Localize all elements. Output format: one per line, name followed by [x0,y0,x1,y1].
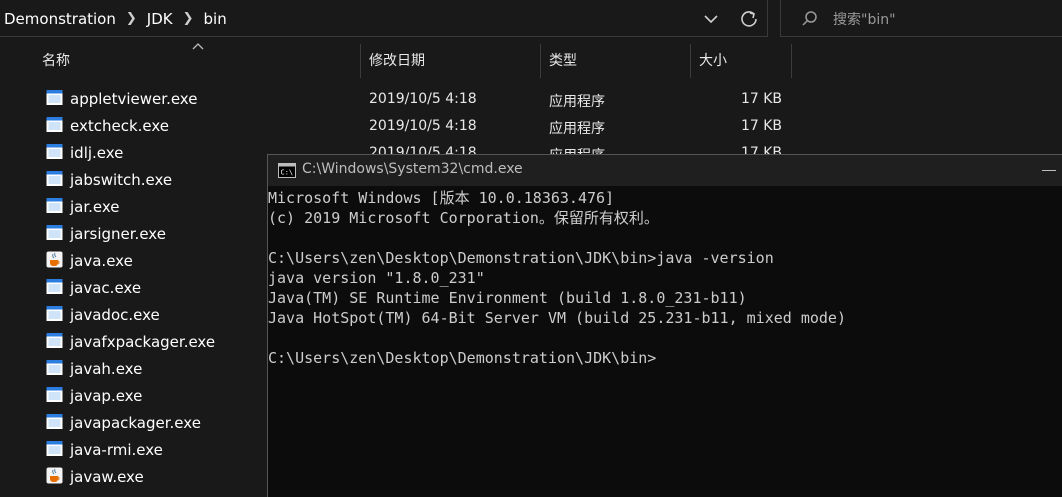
file-type: 应用程序 [549,94,605,110]
file-row[interactable]: appletviewer.exe 2019/10/5 4:18 应用程序 17 KB [0,86,1062,113]
file-name[interactable]: javap.exe [70,387,142,405]
exe-window-icon [46,360,63,375]
column-divider[interactable] [791,44,792,78]
file-type: 应用程序 [549,121,605,137]
column-header-size[interactable]: 大小 [691,44,791,78]
file-row[interactable]: extcheck.exe 2019/10/5 4:18 应用程序 17 KB [0,113,1062,140]
cmd-line: C:\Users\zen\Desktop\Demonstration\JDK\b… [268,249,774,267]
file-size: 17 KB [740,91,782,107]
breadcrumb-demonstration[interactable]: Demonstration [4,10,116,28]
file-name[interactable]: jabswitch.exe [70,171,172,189]
breadcrumb: Demonstration ❯ JDK ❯ bin [4,0,227,37]
file-name[interactable]: javapackager.exe [70,414,201,432]
file-name[interactable]: appletviewer.exe [70,90,197,108]
file-modified-date: 2019/10/5 4:18 [369,118,477,134]
column-headers: 名称 修改日期 类型 大小 [0,43,1062,78]
file-modified-date: 2019/10/5 4:18 [369,91,477,107]
column-header-type[interactable]: 类型 [541,44,690,78]
exe-window-icon [46,333,63,348]
exe-window-icon [46,90,63,105]
exe-window-icon [46,225,63,240]
chevron-right-icon[interactable]: ❯ [126,11,137,26]
exe-window-icon [46,198,63,213]
cmd-title: C:\Windows\System32\cmd.exe [302,161,523,177]
exe-window-icon [46,414,63,429]
search-placeholder[interactable]: 搜索"bin" [833,9,896,29]
cmd-line: (c) 2019 Microsoft Corporation。保留所有权利。 [268,209,659,227]
minimize-icon[interactable] [1042,170,1056,171]
exe-window-icon [46,306,63,321]
file-name[interactable]: javaw.exe [70,468,144,486]
file-name[interactable]: javadoc.exe [70,306,160,324]
cmd-line: java version "1.8.0_231" [268,269,485,287]
file-name[interactable]: javac.exe [70,279,141,297]
file-size: 17 KB [740,118,782,134]
file-name[interactable]: extcheck.exe [70,117,169,135]
file-name[interactable]: javafxpackager.exe [70,333,215,351]
cmd-line: Java HotSpot(TM) 64-Bit Server VM (build… [268,309,846,327]
cmd-line: Java(TM) SE Runtime Environment (build 1… [268,289,747,307]
java-coffee-icon [46,467,63,484]
exe-window-icon [46,144,63,159]
breadcrumb-jdk[interactable]: JDK [147,10,173,28]
exe-window-icon [46,171,63,186]
exe-window-icon [46,117,63,132]
column-header-name[interactable]: 名称 [34,44,360,78]
column-header-date[interactable]: 修改日期 [361,44,540,78]
cmd-output[interactable]: Microsoft Windows [版本 10.0.18363.476] (c)… [268,188,1062,368]
cmd-line [268,228,1062,248]
exe-window-icon [46,279,63,294]
cmd-title-bar[interactable]: C:\ C:\Windows\System32\cmd.exe [268,155,1062,186]
cmd-line: C:\Users\zen\Desktop\Demonstration\JDK\b… [268,349,657,367]
file-name[interactable]: jar.exe [70,198,120,216]
chevron-right-icon[interactable]: ❯ [183,11,194,26]
address-bar[interactable]: Demonstration ❯ JDK ❯ bin [0,0,768,37]
cmd-window[interactable]: C:\ C:\Windows\System32\cmd.exe Microsof… [267,154,1062,497]
refresh-icon[interactable] [738,8,760,30]
file-name[interactable]: idlj.exe [70,144,123,162]
file-name[interactable]: java-rmi.exe [70,441,163,459]
breadcrumb-bin[interactable]: bin [204,10,227,28]
file-name[interactable]: jarsigner.exe [70,225,166,243]
cmd-line: Microsoft Windows [版本 10.0.18363.476] [268,189,615,207]
search-box[interactable]: 搜索"bin" [780,0,1062,37]
svg-text:C:\: C:\ [281,169,294,177]
file-name[interactable]: java.exe [70,252,133,270]
cmd-icon: C:\ [278,163,296,178]
java-coffee-icon [46,251,63,268]
file-name[interactable]: javah.exe [70,360,142,378]
chevron-down-icon[interactable] [700,9,722,29]
exe-window-icon [46,387,63,402]
search-icon [802,11,817,26]
exe-window-icon [46,441,63,456]
cmd-line [268,328,1062,348]
